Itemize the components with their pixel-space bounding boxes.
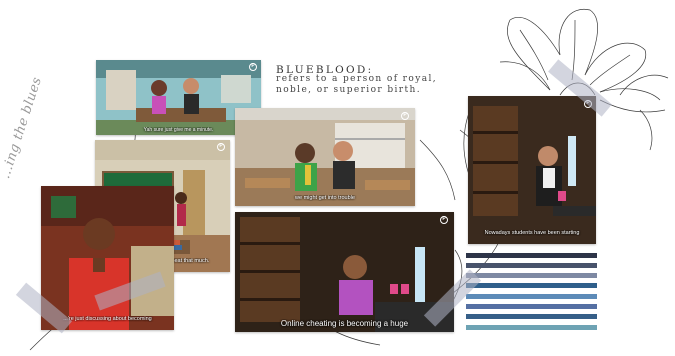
definition-line-2: noble, or superior birth. bbox=[276, 85, 421, 95]
definition-text: refers to a person of royal, noble, or s… bbox=[276, 74, 486, 96]
plotagon-logo: P bbox=[440, 216, 448, 224]
definition-line-1: refers to a person of royal, bbox=[276, 74, 437, 84]
color-stripe bbox=[466, 283, 597, 288]
scene-caption: we might get into trouble bbox=[295, 195, 355, 201]
color-stripe bbox=[466, 263, 597, 268]
color-stripe bbox=[466, 294, 597, 299]
plotagon-logo: P bbox=[217, 143, 225, 151]
scene-caption: Nowadays students have been starting bbox=[484, 230, 580, 236]
color-stripe bbox=[466, 304, 597, 309]
scene-computer-woman-frame: Online cheating is becoming a huge P bbox=[235, 212, 454, 332]
scene-caption: Online cheating is becoming a huge bbox=[280, 319, 409, 328]
scene-red-shirt-frame: ...'re just discussing about becoming bbox=[41, 186, 174, 330]
color-stripe bbox=[466, 314, 597, 319]
scene-classroom-frame: we might get into trouble P bbox=[235, 108, 415, 206]
color-stripe bbox=[466, 273, 597, 278]
color-stripe bbox=[466, 253, 597, 258]
plotagon-logo: P bbox=[249, 63, 257, 71]
scene-computer-man-frame: Nowadays students have been starting P bbox=[468, 96, 596, 244]
plotagon-logo: P bbox=[401, 112, 409, 120]
color-stripe bbox=[466, 325, 597, 330]
